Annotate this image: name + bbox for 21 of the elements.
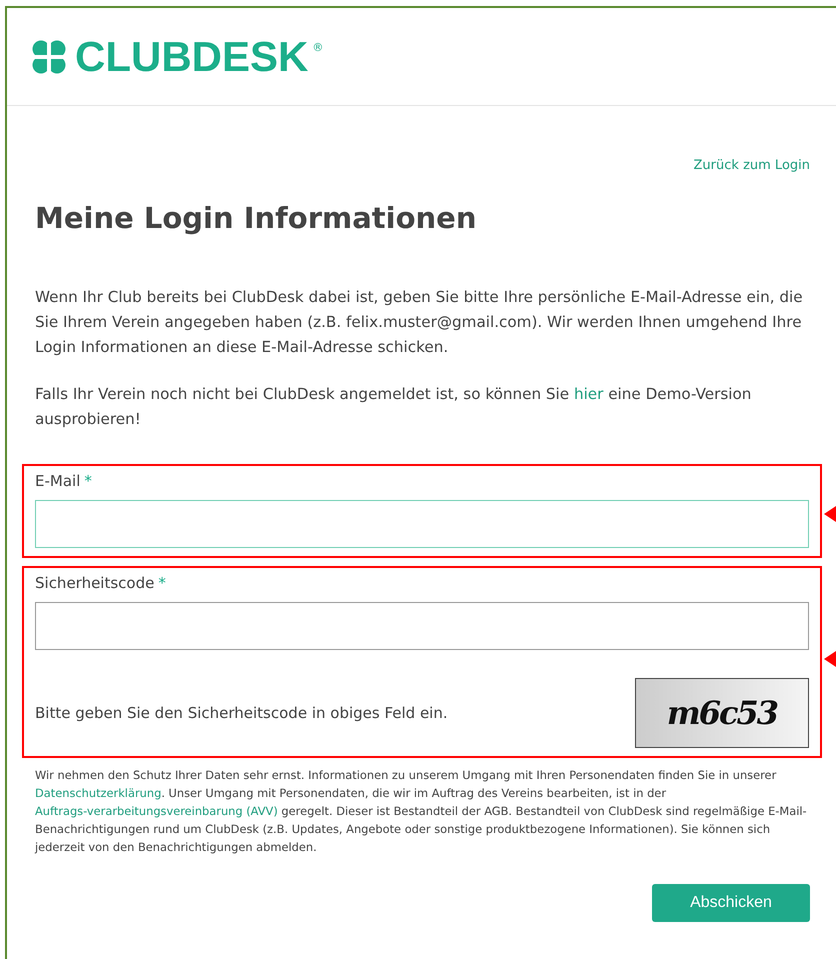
page-title: Meine Login Informationen (35, 201, 478, 235)
demo-link[interactable]: hier (574, 385, 604, 403)
intro-text: Wenn Ihr Club bereits bei ClubDesk dabei ist, geben Sie bitte Ihre persönliche E-Mail-Adresse ein, die Sie Ihrem Verein angegeben haben (z.B. felix.muster@gmail.com). Wir werden Ihnen umgehend Ihre Login Informationen an diese E-Mail-Adresse schicken. (35, 287, 804, 358)
privacy-link[interactable]: Datenschutzerklärung (35, 786, 162, 800)
arrow-icon (824, 650, 836, 667)
privacy-link[interactable]: Auftrags-verarbeitungsvereinbarung (AVV) (35, 804, 278, 818)
input-field[interactable] (35, 500, 809, 548)
required-mark: * (158, 574, 166, 592)
back-link[interactable]: Zurück zum Login (694, 158, 810, 173)
demo-text: Falls Ihr Verein noch nicht bei ClubDesk angemeldet ist, so können Sie hier eine Demo-Version ausprobieren! (35, 384, 752, 430)
field-label: Sicherheitscode (35, 574, 154, 592)
field-label: E-Mail (35, 472, 80, 490)
arrow-icon (824, 506, 836, 522)
logo-text: CLUBDESK (75, 32, 308, 80)
submit-button[interactable]: Abschicken (652, 884, 810, 922)
registered-mark: ® (312, 40, 324, 54)
hint-text: Bitte geben Sie den Sicherheitscode in obiges Feld ein. (35, 704, 448, 722)
privacy-text: Wir nehmen den Schutz Ihrer Daten sehr ernst. Informationen zu unserem Umgang mit Ihren Personendaten finden Sie in unserer Datenschutzerklärung. Unser Umgang mit Personendaten, die wir im Auftrag des Vereins bearbeiten, ist in der Auftrags-verarbeitungsvereinbarung (AVV) geregelt. Dieser ist Bestandteil der AGB. Bestandteil von ClubDesk sind regelmäßige E-Mail-Benachrichtigungen rund um ClubDesk (z.B. Updates, Angebote oder sonstige produktbezogene Informationen). Sie können sich jederzeit von den Benachrichtigungen abmelden. (35, 767, 808, 856)
input-field[interactable] (35, 602, 809, 650)
required-mark: * (84, 472, 92, 490)
captcha-image: m6c53 (635, 678, 809, 748)
